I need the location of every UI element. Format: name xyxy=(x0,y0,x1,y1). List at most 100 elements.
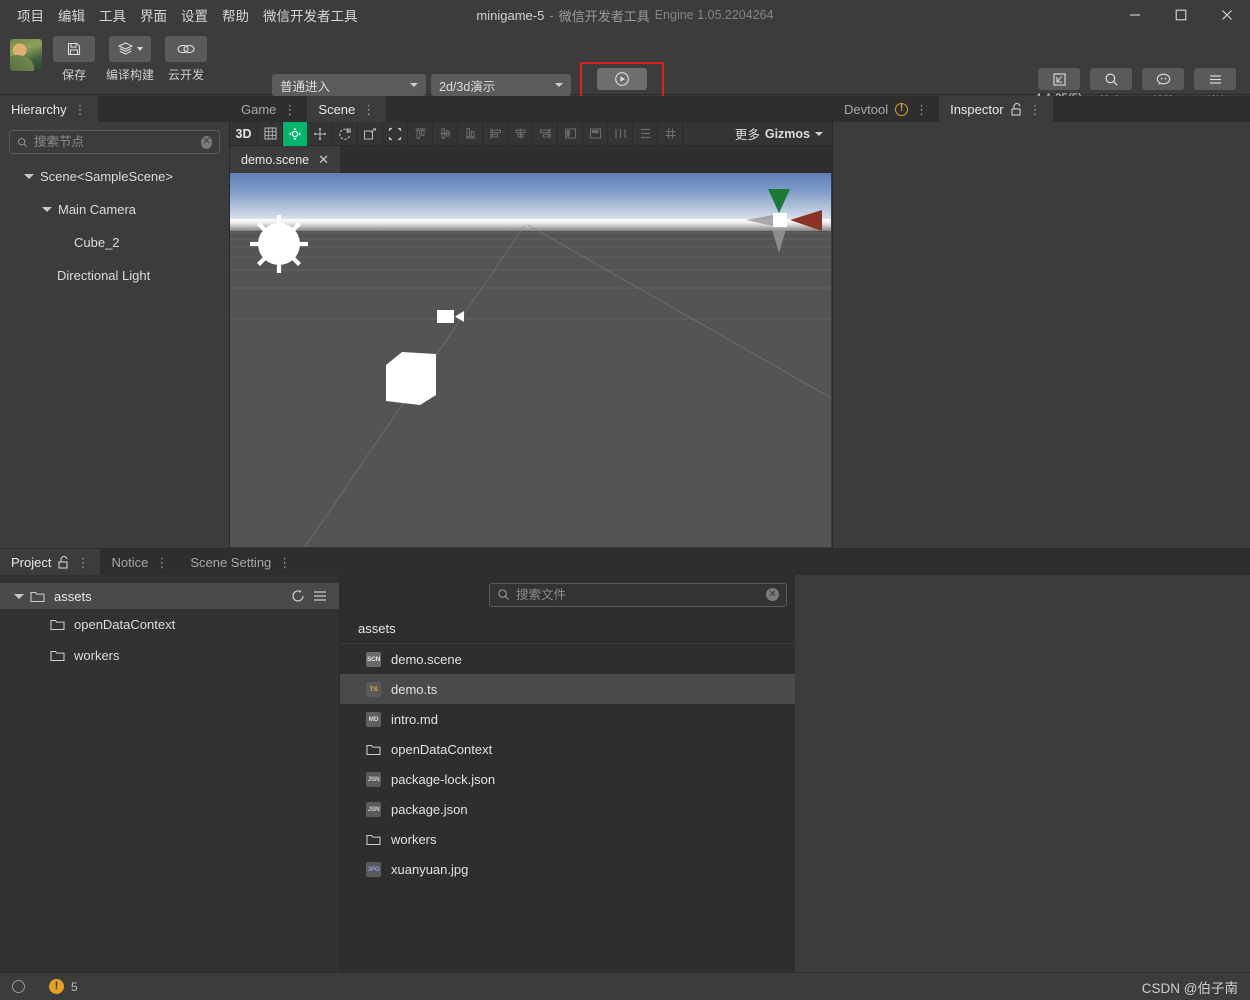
assets-root-row[interactable]: assets xyxy=(0,583,339,609)
align-top-icon[interactable] xyxy=(408,121,433,146)
tree-node-scene[interactable]: Scene<SampleScene> xyxy=(0,160,229,193)
clear-icon[interactable]: ✕ xyxy=(201,135,212,149)
close-button[interactable] xyxy=(1204,0,1250,30)
warning-status[interactable]: ! 5 xyxy=(49,979,78,994)
kebab-menu-icon[interactable]: ⋮ xyxy=(278,556,291,569)
align-right-icon[interactable] xyxy=(533,121,558,146)
circle-idle-icon[interactable] xyxy=(12,980,25,993)
menu-lines-icon[interactable] xyxy=(313,590,327,602)
align-bottom-icon[interactable] xyxy=(458,121,483,146)
cloud-dev-button[interactable]: 云开发 xyxy=(162,36,210,83)
tree-node-main-camera[interactable]: Main Camera xyxy=(0,193,229,226)
scene-file-tab-label: demo.scene xyxy=(241,152,310,167)
rect-transform-icon[interactable] xyxy=(383,121,408,146)
scene-viewport[interactable] xyxy=(230,173,831,547)
clear-icon[interactable]: ✕ xyxy=(766,588,779,601)
file-row-package-json[interactable]: JSN package.json xyxy=(340,794,795,824)
minimize-button[interactable] xyxy=(1112,0,1158,30)
tab-devtool[interactable]: Devtool ! ⋮ xyxy=(833,96,940,122)
refresh-icon[interactable] xyxy=(291,589,305,603)
kebab-menu-icon[interactable]: ⋮ xyxy=(1029,103,1042,116)
kebab-menu-icon[interactable]: ⋮ xyxy=(362,103,375,116)
scale-icon[interactable] xyxy=(358,121,383,146)
save-button[interactable]: 保存 xyxy=(50,36,98,83)
chevron-down-icon[interactable] xyxy=(14,593,24,599)
tree-node-cube-2[interactable]: Cube_2 xyxy=(0,226,229,259)
menu-item-wechat-devtools[interactable]: 微信开发者工具 xyxy=(256,2,365,28)
file-row-xuanyuan-jpg[interactable]: JPG xuanyuan.jpg xyxy=(340,854,795,884)
kebab-menu-icon[interactable]: ⋮ xyxy=(76,556,89,569)
menu-item-project[interactable]: 项目 xyxy=(10,2,51,28)
close-icon[interactable]: ✕ xyxy=(318,153,329,166)
toolbar-left-group: 保存 编译构建 云开发 xyxy=(10,36,210,83)
menu-item-help[interactable]: 帮助 xyxy=(215,2,256,28)
files-search-box[interactable]: ✕ xyxy=(489,582,787,607)
file-row-package-lock-json[interactable]: JSN package-lock.json xyxy=(340,764,795,794)
play-button[interactable] xyxy=(597,68,647,90)
file-row-workers[interactable]: workers xyxy=(340,824,795,854)
folder-icon xyxy=(50,650,65,662)
kebab-menu-icon[interactable]: ⋮ xyxy=(74,103,87,116)
chat-help-icon xyxy=(1142,68,1184,90)
menu-item-edit[interactable]: 编辑 xyxy=(51,2,92,28)
chevron-down-icon[interactable] xyxy=(24,174,34,179)
files-search-input[interactable] xyxy=(516,587,760,602)
menu-item-tools[interactable]: 工具 xyxy=(92,2,133,28)
distribute-horizontal-icon[interactable] xyxy=(608,121,633,146)
menu-item-interface[interactable]: 界面 xyxy=(133,2,174,28)
file-row-opendatacontext[interactable]: openDataContext xyxy=(340,734,795,764)
align-middle-vertical-icon[interactable] xyxy=(433,121,458,146)
tab-inspector[interactable]: Inspector ⋮ xyxy=(939,96,1053,122)
folder-row-workers[interactable]: workers xyxy=(0,640,339,671)
kebab-menu-icon[interactable]: ⋮ xyxy=(915,103,928,116)
tree-node-directional-light[interactable]: Directional Light xyxy=(0,259,229,292)
build-button[interactable]: 编译构建 xyxy=(106,36,154,83)
align-center-horizontal-icon[interactable] xyxy=(508,121,533,146)
project-body: assets openDataContext workers 搜索文件 ✕ as… xyxy=(0,575,1250,973)
project-thumbnail[interactable] xyxy=(10,39,42,71)
enter-mode-select[interactable]: 普通进入 xyxy=(272,74,426,96)
distribute-spacing-icon[interactable] xyxy=(658,121,683,146)
hierarchy-search-input[interactable] xyxy=(34,135,195,149)
lock-open-icon[interactable] xyxy=(1011,102,1022,116)
maximize-button[interactable] xyxy=(1158,0,1204,30)
tab-project[interactable]: Project ⋮ xyxy=(0,549,101,575)
kebab-menu-icon[interactable]: ⋮ xyxy=(155,556,168,569)
align-left-icon[interactable] xyxy=(483,121,508,146)
axis-orientation-gizmo[interactable] xyxy=(736,179,822,269)
scene-file-tab-demo[interactable]: demo.scene ✕ xyxy=(230,146,341,173)
distribute-right-icon[interactable] xyxy=(583,121,608,146)
scene-preset-select[interactable]: 2d/3d演示 xyxy=(431,74,571,96)
distribute-left-icon[interactable] xyxy=(558,121,583,146)
file-row-demo-scene[interactable]: SCN demo.scene xyxy=(340,644,795,674)
file-row-demo-ts[interactable]: TS demo.ts xyxy=(340,674,795,704)
scene-file-icon: SCN xyxy=(366,651,381,667)
tab-scene-setting[interactable]: Scene Setting ⋮ xyxy=(179,549,303,575)
inspector-panel: Devtool ! ⋮ Inspector ⋮ xyxy=(833,96,1250,548)
file-row-intro-md[interactable]: MD intro.md xyxy=(340,704,795,734)
toggle-3d-button[interactable]: 3D xyxy=(230,121,258,146)
cube-object[interactable] xyxy=(378,347,444,409)
warning-icon: ! xyxy=(49,979,64,994)
rotate-icon[interactable] xyxy=(333,121,358,146)
tab-game[interactable]: Game ⋮ xyxy=(230,96,308,122)
distribute-vertical-icon[interactable] xyxy=(633,121,658,146)
chevron-down-icon[interactable] xyxy=(42,207,52,212)
lock-open-icon[interactable] xyxy=(58,555,69,569)
move-gizmo-icon[interactable] xyxy=(283,121,308,146)
tab-hierarchy[interactable]: Hierarchy ⋮ xyxy=(0,96,98,122)
tab-notice[interactable]: Notice ⋮ xyxy=(100,549,180,575)
hierarchy-search-box[interactable]: ✕ xyxy=(9,130,220,154)
translate-icon[interactable] xyxy=(308,121,333,146)
menu-item-settings[interactable]: 设置 xyxy=(174,2,215,28)
layers-icon xyxy=(109,36,151,62)
camera-gizmo[interactable] xyxy=(434,304,468,330)
file-row-label: intro.md xyxy=(391,711,438,727)
tab-scene[interactable]: Scene ⋮ xyxy=(307,96,387,122)
kebab-menu-icon[interactable]: ⋮ xyxy=(283,103,296,116)
folder-row-opendatacontext[interactable]: openDataContext xyxy=(0,609,339,640)
cloud-dev-button-label: 云开发 xyxy=(167,68,204,82)
grid-icon[interactable] xyxy=(258,121,283,146)
gizmos-dropdown[interactable]: 更多 Gizmos xyxy=(735,124,832,143)
light-sun-gizmo[interactable] xyxy=(234,199,324,289)
